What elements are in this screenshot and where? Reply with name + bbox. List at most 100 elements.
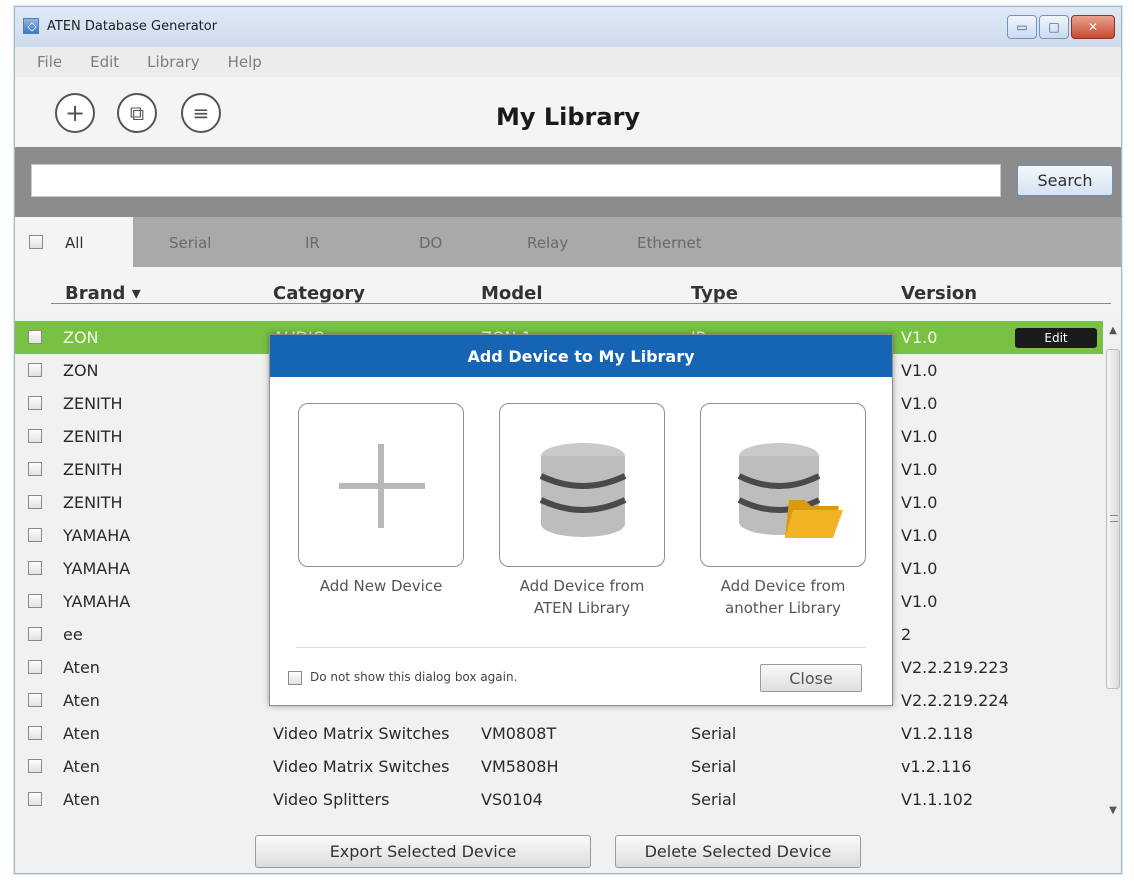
row-checkbox[interactable]	[28, 528, 42, 542]
dialog-title: Add Device to My Library	[270, 335, 892, 377]
cell-version: V1.1.102	[901, 790, 974, 809]
edit-button[interactable]: Edit	[1015, 328, 1097, 348]
tab-all-label: All	[65, 234, 84, 252]
column-category[interactable]: Category	[273, 283, 365, 304]
search-input[interactable]	[31, 164, 1001, 197]
add-from-another-library-label: Add Device from another Library	[720, 577, 846, 617]
cell-version: v1.2.116	[901, 757, 972, 776]
cell-version: V1.0	[901, 361, 938, 380]
maximize-button[interactable]: □	[1039, 15, 1069, 39]
dialog-divider	[296, 647, 866, 648]
column-model[interactable]: Model	[481, 283, 543, 304]
app-window: ATEN Database Generator ▭ □ ✕ File Edit …	[14, 6, 1122, 874]
app-logo-icon	[23, 18, 39, 34]
row-checkbox[interactable]	[28, 363, 42, 377]
table-scrollbar[interactable]: ▲ ▼	[1105, 321, 1121, 823]
cell-brand: ZON	[63, 328, 99, 347]
dialog-close-button[interactable]: Close	[760, 664, 862, 692]
cell-brand: ZENITH	[63, 460, 123, 479]
cell-version: V1.0	[901, 493, 938, 512]
cell-version: V1.0	[901, 427, 938, 446]
cell-brand: ee	[63, 625, 83, 644]
column-version[interactable]: Version	[901, 283, 977, 304]
cell-version: V2.2.219.224	[901, 691, 1009, 710]
table-row[interactable]: Aten Video Matrix Switches VM5808H Seria…	[15, 750, 1103, 783]
table-row[interactable]: Aten Video Matrix Switches VM0808T Seria…	[15, 717, 1103, 750]
filter-tabs: All Serial IR DO Relay Ethernet	[15, 217, 1121, 267]
cell-brand: Aten	[63, 724, 100, 743]
window-controls: ▭ □ ✕	[1007, 15, 1115, 39]
grip-icon	[1110, 515, 1118, 522]
row-checkbox[interactable]	[28, 627, 42, 641]
cell-category: Video Splitters	[273, 790, 390, 809]
cell-brand: ZENITH	[63, 493, 123, 512]
add-device-dialog: Add Device to My Library Add New Device …	[269, 334, 893, 706]
column-type[interactable]: Type	[691, 283, 738, 304]
export-selected-button[interactable]: Export Selected Device	[255, 835, 591, 868]
row-checkbox[interactable]	[28, 759, 42, 773]
row-checkbox[interactable]	[28, 693, 42, 707]
add-from-aten-library-label: Add Device from ATEN Library	[519, 577, 645, 617]
title-bar[interactable]: ATEN Database Generator ▭ □ ✕	[15, 7, 1121, 47]
cell-brand: ZENITH	[63, 394, 123, 413]
cell-category: Video Matrix Switches	[273, 757, 450, 776]
add-new-device-card[interactable]	[298, 403, 464, 567]
cell-brand: ZENITH	[63, 427, 123, 446]
plus-icon	[339, 444, 425, 528]
page-title: My Library	[495, 103, 641, 131]
search-bar: Search	[15, 147, 1121, 217]
cell-version: V1.0	[901, 394, 938, 413]
row-checkbox[interactable]	[28, 594, 42, 608]
tab-do[interactable]: DO	[419, 234, 442, 252]
add-from-aten-library-card[interactable]	[499, 403, 665, 567]
scroll-up-icon[interactable]: ▲	[1105, 323, 1121, 339]
row-checkbox[interactable]	[28, 330, 42, 344]
cell-type: Serial	[691, 790, 737, 809]
row-checkbox[interactable]	[28, 660, 42, 674]
row-checkbox[interactable]	[28, 396, 42, 410]
add-new-device-label: Add New Device	[319, 577, 443, 595]
add-from-another-library-card[interactable]	[700, 403, 866, 567]
search-button[interactable]: Search	[1017, 165, 1113, 196]
row-checkbox[interactable]	[28, 726, 42, 740]
column-brand[interactable]: Brand ▾	[65, 283, 141, 304]
select-all-checkbox[interactable]	[29, 235, 43, 249]
tab-ir[interactable]: IR	[305, 234, 320, 252]
menu-help[interactable]: Help	[228, 53, 262, 71]
table-header: Brand ▾ Category Model Type Version	[15, 267, 1121, 317]
table-row[interactable]: Aten Video Splitters VS0104 Serial V1.1.…	[15, 783, 1103, 816]
cell-brand: Aten	[63, 658, 100, 677]
cell-type: Serial	[691, 757, 737, 776]
minimize-button[interactable]: ▭	[1007, 15, 1037, 39]
dont-show-again-label: Do not show this dialog box again.	[310, 670, 518, 684]
menu-edit[interactable]: Edit	[90, 53, 119, 71]
cell-version: V1.0	[901, 460, 938, 479]
cell-version: V1.0	[901, 526, 938, 545]
delete-selected-button[interactable]: Delete Selected Device	[615, 835, 861, 868]
cell-brand: ZON	[63, 361, 99, 380]
menu-file[interactable]: File	[37, 53, 62, 71]
cell-brand: YAMAHA	[63, 559, 131, 578]
close-window-button[interactable]: ✕	[1071, 15, 1115, 39]
tab-relay[interactable]: Relay	[527, 234, 568, 252]
tab-all[interactable]: All	[15, 217, 133, 267]
cell-brand: YAMAHA	[63, 526, 131, 545]
cell-model: VM5808H	[481, 757, 559, 776]
row-checkbox[interactable]	[28, 495, 42, 509]
scroll-down-icon[interactable]: ▼	[1105, 803, 1121, 819]
cell-version: V1.0	[901, 559, 938, 578]
row-checkbox[interactable]	[28, 561, 42, 575]
cell-version: V1.0	[901, 592, 938, 611]
scroll-thumb[interactable]	[1106, 349, 1120, 689]
cell-version: V1.2.118	[901, 724, 974, 743]
database-folder-icon	[737, 443, 843, 538]
tab-serial[interactable]: Serial	[169, 234, 211, 252]
row-checkbox[interactable]	[28, 429, 42, 443]
tab-ethernet[interactable]: Ethernet	[637, 234, 702, 252]
dont-show-again-checkbox[interactable]	[288, 671, 302, 685]
row-checkbox[interactable]	[28, 462, 42, 476]
toolbar: + ⧉ ≡ My Library	[15, 77, 1121, 147]
row-checkbox[interactable]	[28, 792, 42, 806]
menu-library[interactable]: Library	[147, 53, 199, 71]
cell-version: V2.2.219.223	[901, 658, 1009, 677]
